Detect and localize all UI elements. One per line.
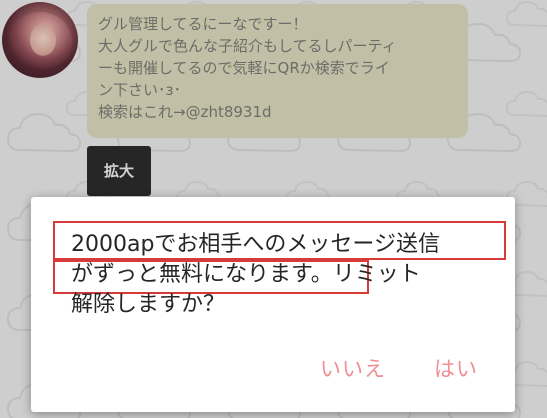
yes-button[interactable]: はい <box>434 353 478 383</box>
dialog-message-line: 2000apでお相手へのメッセージ送信 <box>71 232 440 257</box>
confirm-dialog: 2000apでお相手へのメッセージ送信 がずっと無料になります。リミット 解除し… <box>31 197 515 412</box>
no-button[interactable]: いいえ <box>320 353 386 383</box>
dialog-message-line: 解除しますか？ <box>71 292 226 317</box>
dialog-message: 2000apでお相手へのメッセージ送信 がずっと無料になります。リミット 解除し… <box>71 230 440 320</box>
dialog-message-line: がずっと無料になります。リミット <box>71 262 421 287</box>
